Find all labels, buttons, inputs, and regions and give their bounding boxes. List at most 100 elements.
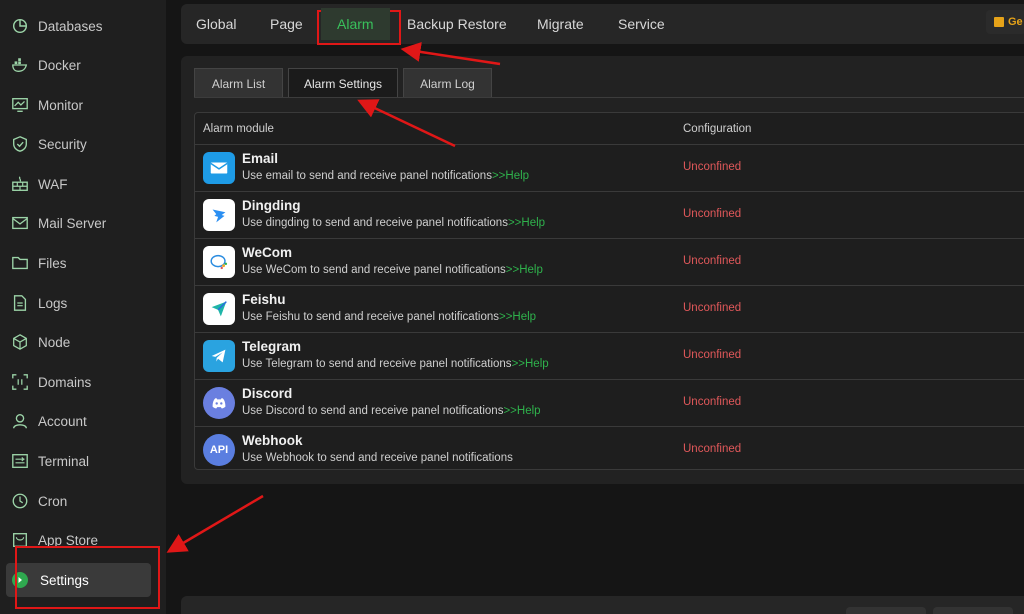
node-cube-icon (10, 332, 30, 352)
sidebar-item-label: Monitor (38, 97, 84, 113)
table-row[interactable]: WeCom Use WeCom to send and receive pane… (195, 239, 1024, 286)
sidebar-item-label: WAF (38, 176, 68, 192)
sidebar-item-label: Account (38, 413, 87, 429)
table-row[interactable]: API Webhook Use Webhook to send and rece… (195, 427, 1024, 474)
user-icon (10, 411, 30, 431)
sidebar-item-label: Node (38, 334, 71, 350)
firewall-icon (10, 174, 30, 194)
description-text: Use dingding to send and receive panel n… (242, 217, 508, 229)
sidebar-item-security[interactable]: Security (0, 126, 166, 162)
sidebar-item-account[interactable]: Account (0, 403, 166, 439)
subtab-alarm-list[interactable]: Alarm List (194, 68, 283, 98)
tab-alarm[interactable]: Alarm (321, 4, 389, 44)
api-icon: API (203, 434, 235, 466)
sidebar-item-terminal[interactable]: Terminal (0, 443, 166, 479)
tab-global[interactable]: Global (196, 4, 236, 44)
sidebar-item-mail-server[interactable]: Mail Server (0, 205, 166, 241)
tab-service[interactable]: Service (618, 4, 665, 44)
subtab-divider (194, 97, 1024, 98)
module-name: Dingding (242, 198, 301, 213)
sidebar-item-docker[interactable]: Docker (0, 47, 166, 83)
alarm-module-table: Alarm module Configuration Email Use ema… (194, 112, 1024, 470)
help-link[interactable]: >>Help (503, 405, 540, 417)
clock-icon (10, 491, 30, 511)
sidebar-item-waf[interactable]: WAF (0, 166, 166, 202)
subtab-alarm-settings[interactable]: Alarm Settings (288, 68, 398, 98)
module-description: Use Discord to send and receive panel no… (242, 405, 541, 417)
feishu-icon (203, 293, 235, 325)
sidebar-item-label: Logs (38, 295, 68, 311)
config-status[interactable]: Unconfined (683, 255, 741, 267)
folder-icon (10, 253, 30, 273)
config-status[interactable]: Unconfined (683, 302, 741, 314)
logs-icon (10, 293, 30, 313)
bottom-button[interactable] (933, 607, 1013, 614)
table-row[interactable]: Discord Use Discord to send and receive … (195, 380, 1024, 427)
config-status[interactable]: Unconfined (683, 396, 741, 408)
help-link[interactable]: >>Help (512, 358, 549, 370)
sidebar-item-databases[interactable]: Databases (0, 8, 166, 44)
sidebar-item-node[interactable]: Node (0, 324, 166, 360)
description-text: Use email to send and receive panel noti… (242, 170, 492, 182)
telegram-icon (203, 340, 235, 372)
module-description: Use Webhook to send and receive panel no… (242, 452, 513, 464)
module-name: Discord (242, 386, 293, 401)
config-status[interactable]: Unconfined (683, 208, 741, 220)
module-name: Email (242, 151, 279, 166)
config-status[interactable]: Unconfined (683, 443, 741, 455)
sidebar-item-label: Security (38, 136, 87, 152)
crown-icon (994, 17, 1004, 27)
sidebar-item-label: Mail Server (38, 215, 107, 231)
table-row[interactable]: Email Use email to send and receive pane… (195, 145, 1024, 192)
description-text: Use Webhook to send and receive panel no… (242, 452, 513, 464)
module-description: Use email to send and receive panel noti… (242, 170, 529, 182)
sidebar-item-monitor[interactable]: Monitor (0, 87, 166, 123)
get-button[interactable]: Ge (986, 10, 1024, 34)
table-header: Alarm module Configuration (195, 113, 1024, 145)
help-link[interactable]: >>Help (506, 264, 543, 276)
module-name: Feishu (242, 292, 286, 307)
help-link[interactable]: >>Help (499, 311, 536, 323)
alarm-panel: Alarm List Alarm Settings Alarm Log Alar… (181, 56, 1024, 484)
help-link[interactable]: >>Help (508, 217, 545, 229)
sidebar-item-label: Docker (38, 57, 81, 73)
help-link[interactable]: >>Help (492, 170, 529, 182)
wecom-icon (203, 246, 235, 278)
shield-icon (10, 134, 30, 154)
config-status[interactable]: Unconfined (683, 349, 741, 361)
module-name: WeCom (242, 245, 293, 260)
discord-icon (203, 387, 235, 419)
config-status[interactable]: Unconfined (683, 161, 741, 173)
module-name: Webhook (242, 433, 303, 448)
description-text: Use Discord to send and receive panel no… (242, 405, 504, 417)
module-description: Use dingding to send and receive panel n… (242, 217, 545, 229)
sidebar-item-label: Files (38, 255, 67, 271)
sidebar-item-cron[interactable]: Cron (0, 483, 166, 519)
sidebar: Databases Docker Monitor Security WAF Ma… (0, 0, 166, 614)
arrow-to-settings (166, 494, 264, 553)
module-name: Telegram (242, 339, 302, 354)
module-description: Use Telegram to send and receive panel n… (242, 358, 549, 370)
table-row[interactable]: Dingding Use dingding to send and receiv… (195, 192, 1024, 239)
docker-icon (10, 55, 30, 75)
table-row[interactable]: Telegram Use Telegram to send and receiv… (195, 333, 1024, 380)
header-configuration: Configuration (683, 122, 752, 135)
email-icon (203, 152, 235, 184)
description-text: Use WeCom to send and receive panel noti… (242, 264, 506, 276)
database-icon (10, 16, 30, 36)
sidebar-item-files[interactable]: Files (0, 245, 166, 281)
description-text: Use Telegram to send and receive panel n… (242, 358, 512, 370)
monitor-icon (10, 95, 30, 115)
annotation-box-settings (15, 546, 160, 609)
sidebar-item-logs[interactable]: Logs (0, 285, 166, 321)
sidebar-item-domains[interactable]: Domains (0, 364, 166, 400)
tab-page[interactable]: Page (270, 4, 303, 44)
table-row[interactable]: Feishu Use Feishu to send and receive pa… (195, 286, 1024, 333)
dingding-icon (203, 199, 235, 231)
subtab-alarm-log[interactable]: Alarm Log (403, 68, 492, 98)
tab-backup-restore[interactable]: Backup Restore (407, 4, 507, 44)
bottom-button[interactable] (846, 607, 926, 614)
tab-migrate[interactable]: Migrate (537, 4, 584, 44)
description-text: Use Feishu to send and receive panel not… (242, 311, 499, 323)
sidebar-item-label: Databases (38, 18, 103, 34)
